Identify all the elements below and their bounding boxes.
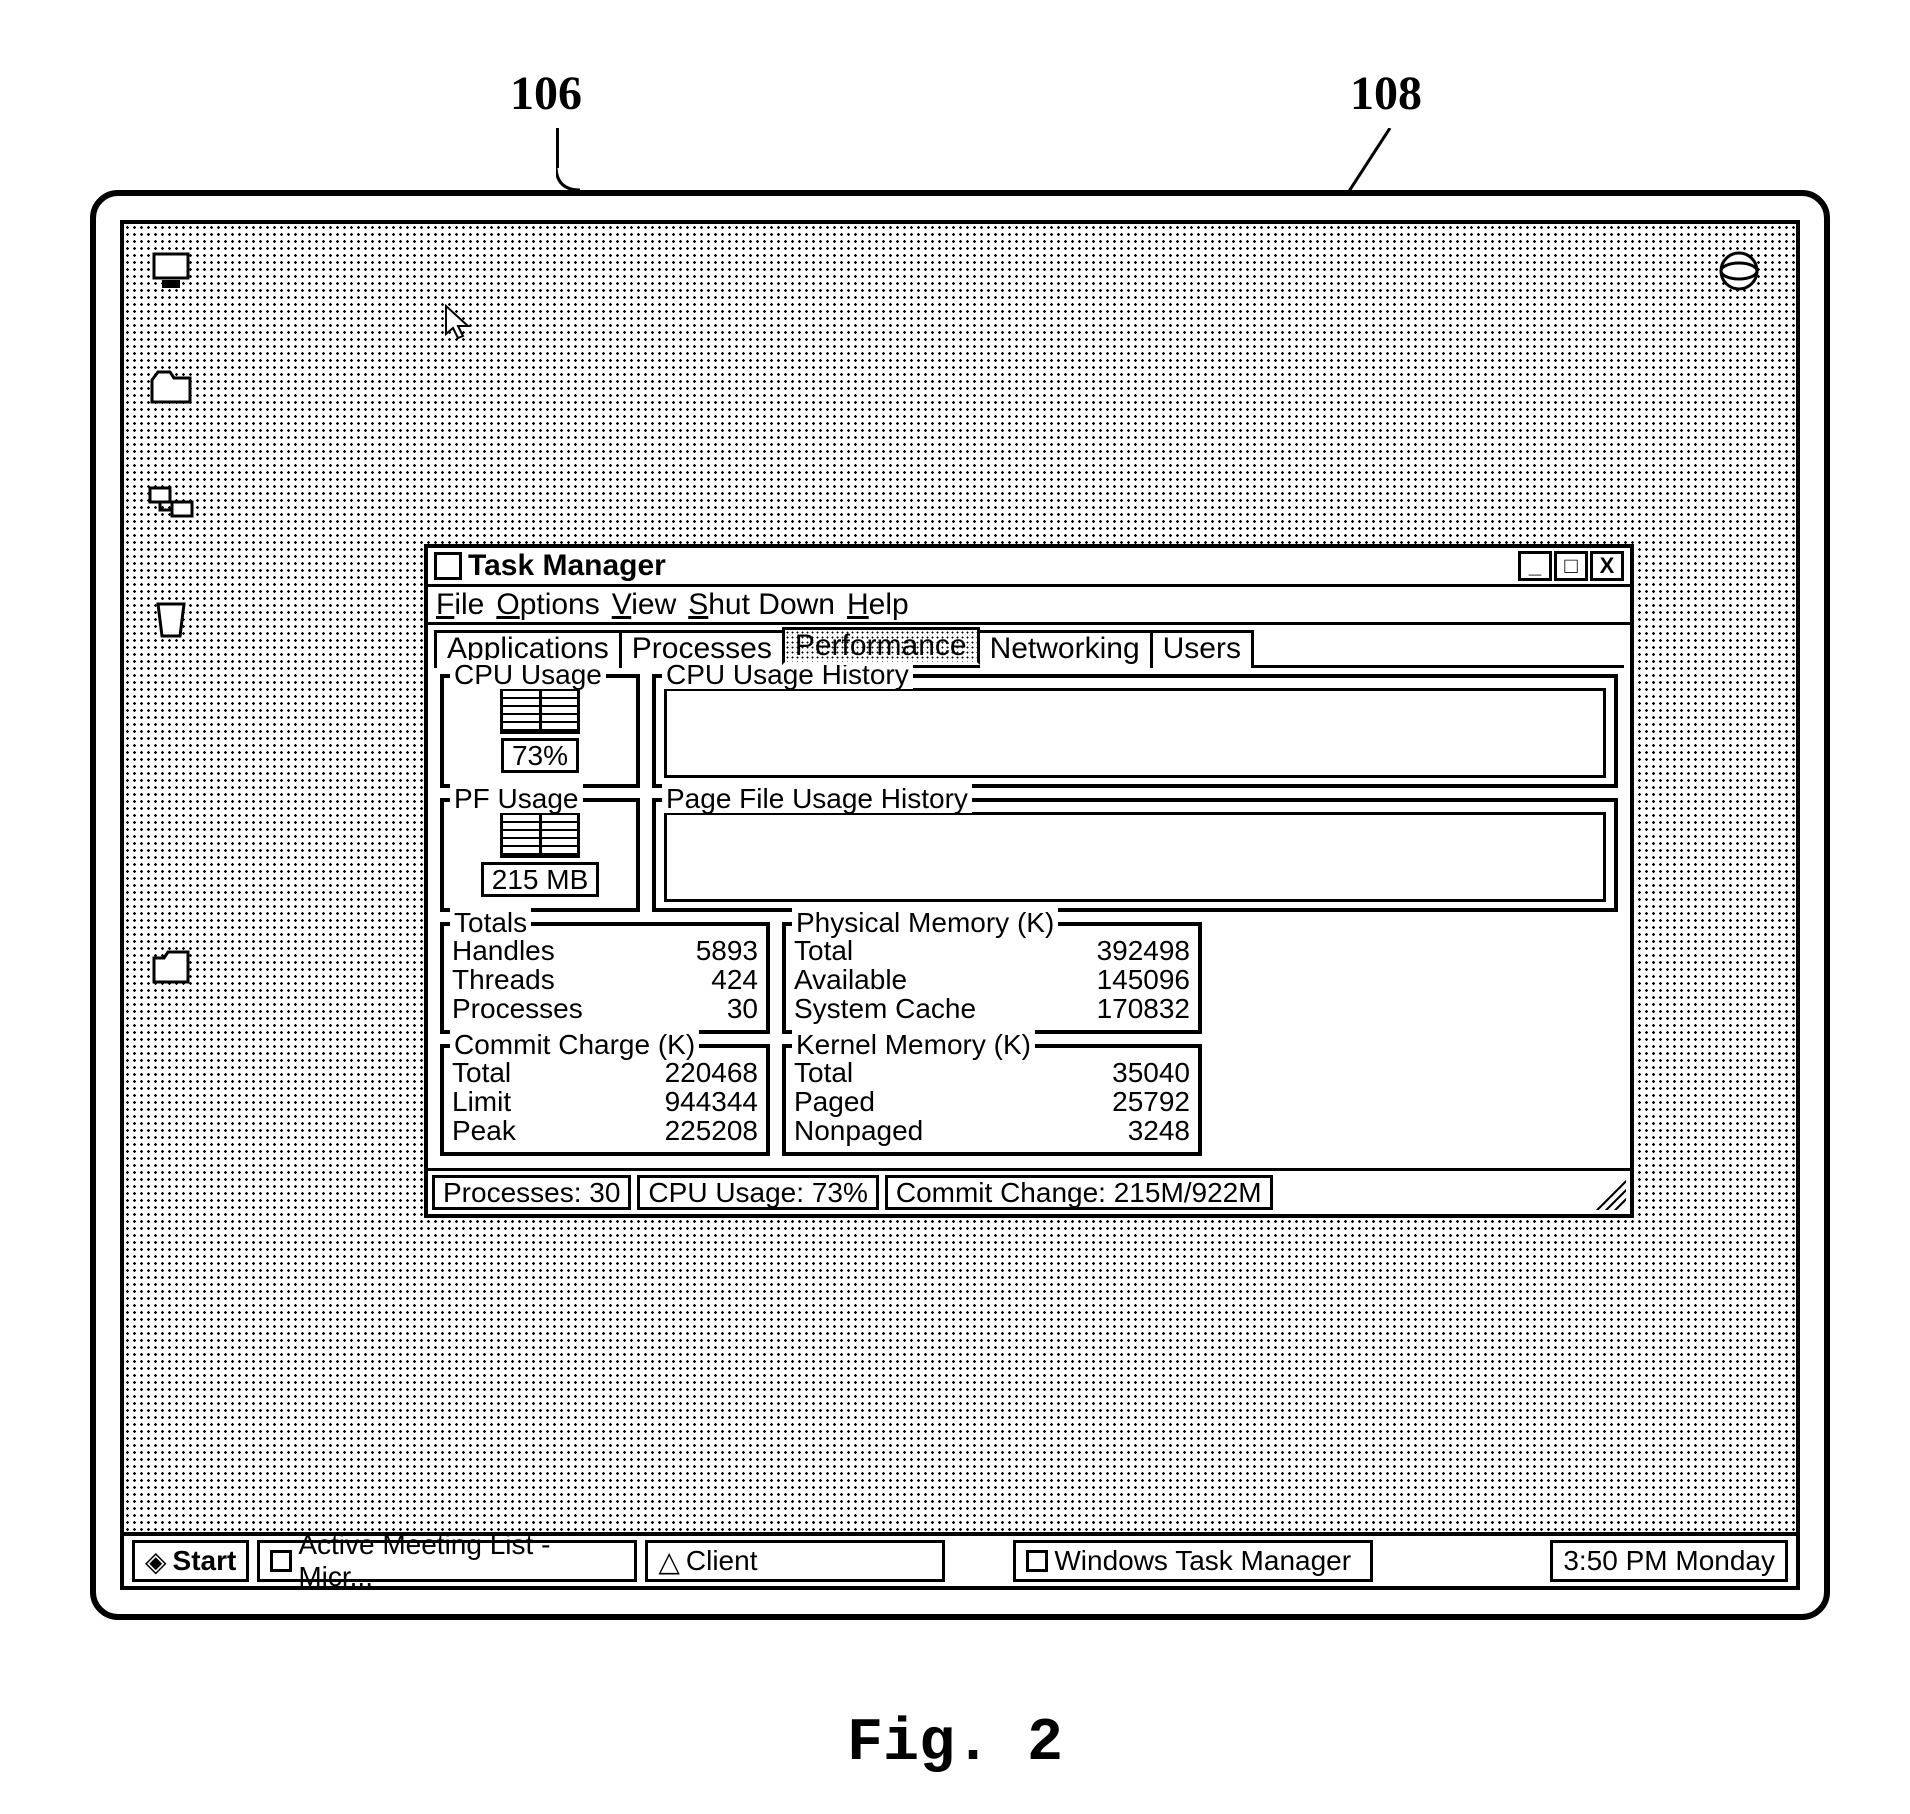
menubar: File Options View Shut Down Help xyxy=(428,587,1630,626)
start-flag-icon: ◈ xyxy=(145,1545,167,1578)
app-icon xyxy=(1026,1550,1048,1572)
commit-peak-label: Peak xyxy=(452,1116,578,1145)
pf-usage-label: PF Usage xyxy=(450,784,583,813)
taskbar-item-taskmgr[interactable]: Windows Task Manager xyxy=(1013,1540,1373,1582)
titlebar[interactable]: Task Manager _ □ X xyxy=(428,548,1630,587)
callout-label-106: 106 xyxy=(510,70,582,118)
status-processes: Processes: 30 xyxy=(432,1175,631,1210)
pf-usage-group: PF Usage 215 MB xyxy=(440,798,640,912)
taskbar-clock[interactable]: 3:50 PM Monday xyxy=(1550,1540,1788,1582)
menu-help[interactable]: Help xyxy=(847,589,909,621)
kernel-total-value: 35040 xyxy=(1030,1058,1190,1087)
triangle-icon: △ xyxy=(658,1545,680,1578)
menu-view[interactable]: View xyxy=(612,589,676,621)
totals-group: Totals Handles5893 Threads424 Processes3… xyxy=(440,922,770,1034)
tab-users[interactable]: Users xyxy=(1150,630,1254,668)
phys-cache-label: System Cache xyxy=(794,994,1024,1023)
desktop[interactable]: Task Manager _ □ X File Options View Shu… xyxy=(120,220,1800,1590)
cursor-icon xyxy=(444,304,470,340)
totals-threads-label: Threads xyxy=(452,965,627,994)
totals-processes-label: Processes xyxy=(452,994,627,1023)
totals-processes-value: 30 xyxy=(651,994,758,1023)
taskbar-item-client[interactable]: △ Client xyxy=(645,1540,945,1582)
performance-panel: CPU Usage 73% CPU Usage History PF Usage xyxy=(434,665,1624,1162)
pf-usage-value: 215 MB xyxy=(481,862,600,897)
kernel-nonpaged-value: 3248 xyxy=(1030,1116,1190,1145)
commit-total-value: 220468 xyxy=(602,1058,758,1087)
kernel-nonpaged-label: Nonpaged xyxy=(794,1116,1006,1145)
internet-icon[interactable] xyxy=(1716,248,1762,294)
menu-shutdown[interactable]: Shut Down xyxy=(688,589,835,621)
kernel-memory-group: Kernel Memory (K) Total35040 Paged25792 … xyxy=(782,1044,1202,1156)
commit-total-label: Total xyxy=(452,1058,578,1087)
commit-limit-label: Limit xyxy=(452,1087,578,1116)
phys-total-value: 392498 xyxy=(1048,936,1190,965)
cpu-usage-value: 73% xyxy=(501,738,579,773)
callout-leader xyxy=(556,128,559,168)
kernel-total-label: Total xyxy=(794,1058,1006,1087)
physical-memory-group: Physical Memory (K) Total392498 Availabl… xyxy=(782,922,1202,1034)
kernel-memory-label: Kernel Memory (K) xyxy=(792,1030,1035,1059)
taskbar-item-meeting[interactable]: Active Meeting List -Micr... xyxy=(257,1540,637,1582)
tab-networking[interactable]: Networking xyxy=(977,630,1153,668)
cpu-history-chart xyxy=(664,688,1606,778)
kernel-paged-label: Paged xyxy=(794,1087,1006,1116)
network-icon[interactable] xyxy=(148,480,194,526)
pf-gauge-icon xyxy=(500,812,580,858)
totals-label: Totals xyxy=(450,908,531,937)
phys-available-label: Available xyxy=(794,965,1024,994)
totals-handles-label: Handles xyxy=(452,936,627,965)
taskbar: ◈ Start Active Meeting List -Micr... △ C… xyxy=(124,1532,1796,1586)
recycle-bin-icon[interactable] xyxy=(148,596,194,642)
status-commit: Commit Change: 215M/922M xyxy=(885,1175,1273,1210)
phys-cache-value: 170832 xyxy=(1048,994,1190,1023)
figure-caption: Fig. 2 xyxy=(847,1714,1063,1774)
cpu-gauge-icon xyxy=(500,688,580,734)
totals-handles-value: 5893 xyxy=(651,936,758,965)
totals-threads-value: 424 xyxy=(651,965,758,994)
kernel-paged-value: 25792 xyxy=(1030,1087,1190,1116)
physical-memory-label: Physical Memory (K) xyxy=(792,908,1058,937)
cpu-history-group: CPU Usage History xyxy=(652,674,1618,788)
documents-icon[interactable] xyxy=(148,944,194,990)
close-button[interactable]: X xyxy=(1590,551,1624,581)
commit-charge-label: Commit Charge (K) xyxy=(450,1030,699,1059)
cpu-usage-group: CPU Usage 73% xyxy=(440,674,640,788)
status-cpu: CPU Usage: 73% xyxy=(637,1175,878,1210)
window-title: Task Manager xyxy=(468,550,1518,582)
start-button[interactable]: ◈ Start xyxy=(132,1540,249,1582)
folder-open-icon[interactable] xyxy=(148,364,194,410)
menu-options[interactable]: Options xyxy=(496,589,599,621)
cpu-usage-label: CPU Usage xyxy=(450,660,606,689)
tabs: Applications Processes Performance Netwo… xyxy=(428,625,1630,665)
pf-history-group: Page File Usage History xyxy=(652,798,1618,912)
minimize-button[interactable]: _ xyxy=(1518,551,1552,581)
commit-charge-group: Commit Charge (K) Total220468 Limit94434… xyxy=(440,1044,770,1156)
phys-total-label: Total xyxy=(794,936,1024,965)
phys-available-value: 145096 xyxy=(1048,965,1190,994)
commit-peak-value: 225208 xyxy=(602,1116,758,1145)
callout-label-108: 108 xyxy=(1350,70,1422,118)
app-icon xyxy=(434,552,462,580)
statusbar: Processes: 30 CPU Usage: 73% Commit Chan… xyxy=(428,1168,1630,1214)
app-icon xyxy=(270,1550,292,1572)
resize-grip-icon[interactable] xyxy=(1596,1180,1626,1210)
task-manager-window: Task Manager _ □ X File Options View Shu… xyxy=(424,544,1634,1218)
my-computer-icon[interactable] xyxy=(148,248,194,294)
commit-limit-value: 944344 xyxy=(602,1087,758,1116)
monitor-frame: Task Manager _ □ X File Options View Shu… xyxy=(90,190,1830,1620)
pf-history-chart xyxy=(664,812,1606,902)
menu-file[interactable]: File xyxy=(436,589,484,621)
maximize-button[interactable]: □ xyxy=(1554,551,1588,581)
tab-performance[interactable]: Performance xyxy=(782,627,980,665)
pf-history-label: Page File Usage History xyxy=(662,784,972,813)
